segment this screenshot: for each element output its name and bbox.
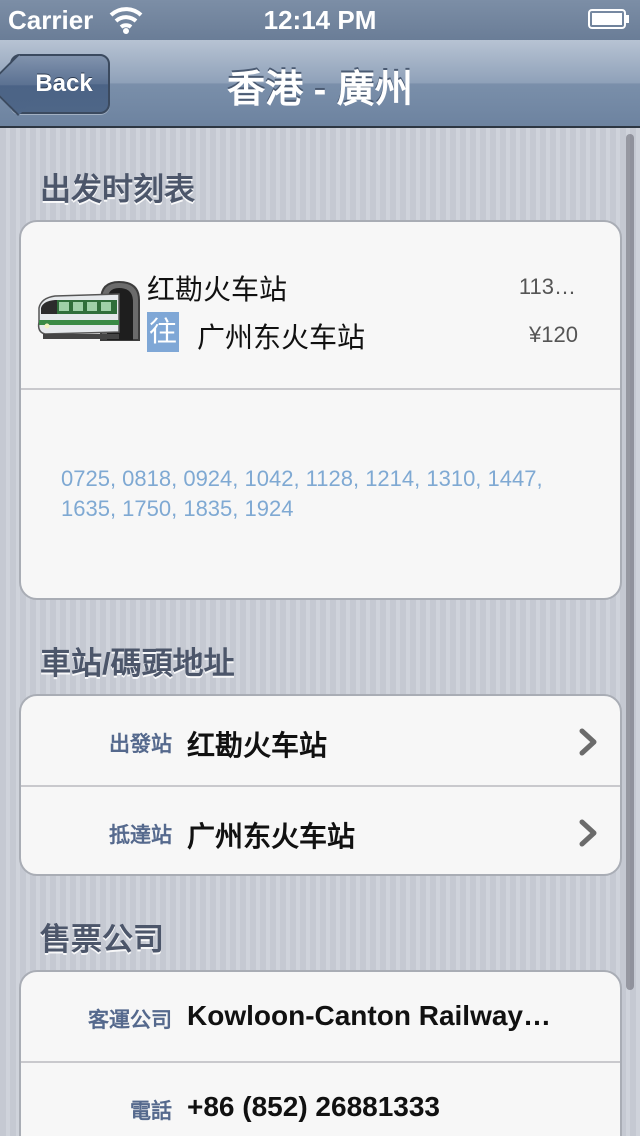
train-icon <box>37 280 140 341</box>
ticket-price: ¥120 <box>529 322 578 347</box>
route-cell[interactable]: 红勘火车站 往 广州东火车站 113… ¥120 <box>21 222 620 388</box>
page-title: 香港 - 廣州 <box>227 69 413 111</box>
arrival-station-value: 广州东火车站 <box>187 821 356 852</box>
divider <box>21 388 620 390</box>
arrival-station-label: 抵達站 <box>109 824 172 847</box>
departure-times: 0725, 0818, 0924, 1042, 1128, 1214, 1310… <box>61 466 543 521</box>
back-button[interactable]: Back <box>10 54 110 114</box>
phone-value: +86 (852) 26881333 <box>187 1091 440 1122</box>
address-group: 出發站 红勘火车站 抵達站 广州东火车站 <box>19 694 622 876</box>
company-group: 客運公司 Kowloon-Canton Railway… 電話 +86 (852… <box>19 970 622 1136</box>
from-station: 红勘火车站 <box>147 274 288 305</box>
chevron-right-icon <box>579 819 597 847</box>
departure-station-value: 红勘火车站 <box>187 730 328 761</box>
address-section-header: 車站/碼頭地址 <box>40 646 235 681</box>
status-bar: Carrier 12:14 PM <box>0 0 640 40</box>
company-name-label: 客運公司 <box>88 1009 172 1032</box>
schedule-group: 红勘火车站 往 广州东火车站 113… ¥120 0725, 0818, 092… <box>19 220 622 600</box>
battery-icon <box>588 9 629 29</box>
scroll-indicator[interactable] <box>626 134 634 990</box>
departure-station-row[interactable]: 出發站 红勘火车站 <box>21 696 620 784</box>
phone-label: 電話 <box>130 1100 172 1123</box>
arrival-station-row[interactable]: 抵達站 广州东火车站 <box>21 787 620 874</box>
schedule-section-header: 出发时刻表 <box>40 172 195 207</box>
to-badge: 往 <box>147 312 179 352</box>
to-station: 广州东火车站 <box>197 322 366 353</box>
status-time: 12:14 PM <box>263 5 377 35</box>
chevron-right-icon <box>579 728 597 756</box>
departure-station-label: 出發站 <box>109 733 172 756</box>
navigation-bar: Back 香港 - 廣州 <box>0 40 640 128</box>
company-name-value: Kowloon-Canton Railway… <box>187 1000 551 1031</box>
trip-duration: 113… <box>518 274 576 299</box>
back-button-label: Back <box>35 70 93 97</box>
company-section-header: 售票公司 <box>40 922 164 957</box>
company-name-row[interactable]: 客運公司 Kowloon-Canton Railway… <box>21 972 620 1060</box>
phone-row[interactable]: 電話 +86 (852) 26881333 <box>21 1063 620 1136</box>
